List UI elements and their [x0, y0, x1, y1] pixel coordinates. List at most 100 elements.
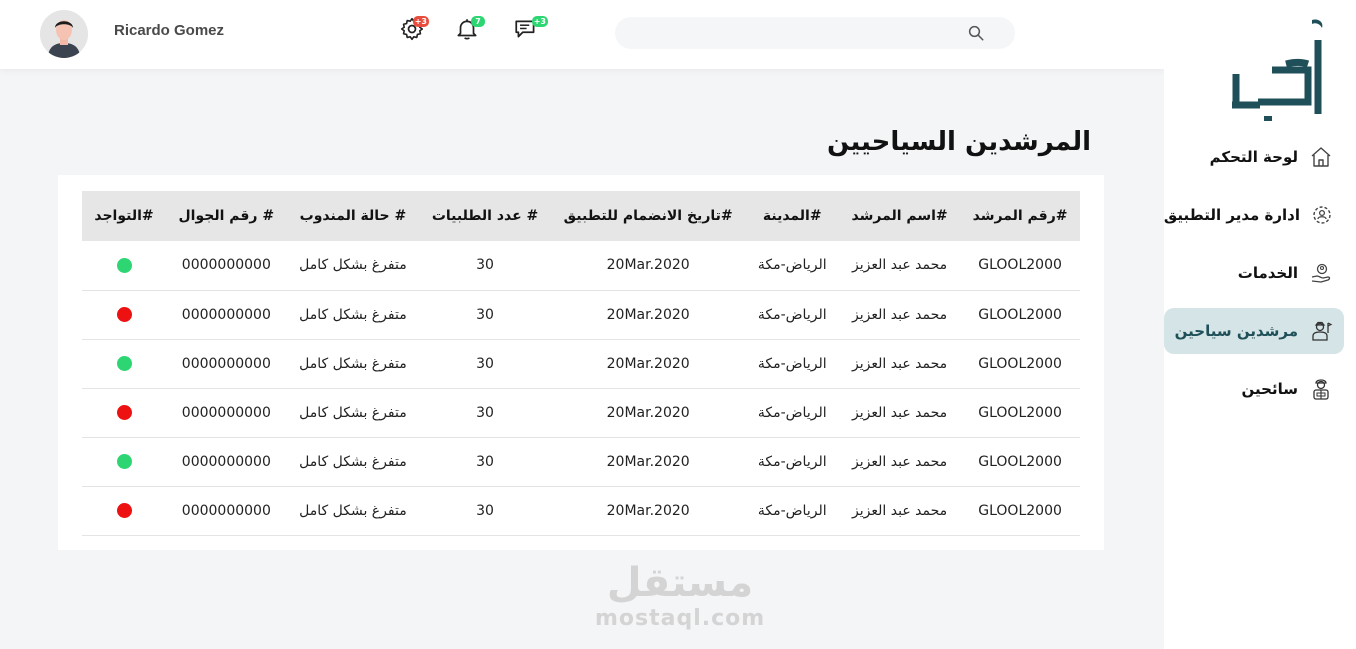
column-header-orders[interactable]: # عدد الطلبيات [419, 191, 551, 241]
presence-dot [116, 356, 132, 371]
home-icon [1308, 144, 1334, 170]
messages-button[interactable]: +3 [512, 14, 548, 44]
guide-name-cell: محمد عبد العزيز [852, 257, 948, 274]
phone-cell: 0000000000 [181, 502, 271, 519]
sidebar-item-label: سائحين [1241, 380, 1298, 398]
sidebar-item-label: الخدمات [1237, 264, 1298, 282]
table-row[interactable]: GLOOL2000 محمد عبد العزيز الرياض-مكة 20M… [82, 388, 1080, 437]
phone-cell: 0000000000 [181, 453, 271, 470]
guide-icon [1308, 318, 1334, 344]
guide-name-cell: محمد عبد العزيز [852, 502, 948, 519]
column-header-join-date[interactable]: #تاريخ الانضمام للتطبيق [551, 191, 746, 241]
guide-id-cell: GLOOL2000 [978, 404, 1062, 421]
join-date-cell: 20Mar.2020 [606, 306, 690, 323]
orders-cell: 30 [476, 502, 494, 519]
presence-cell [82, 290, 166, 339]
table-row[interactable]: GLOOL2000 محمد عبد العزيز الرياض-مكة 20M… [82, 290, 1080, 339]
phone-cell: 0000000000 [181, 355, 271, 372]
orders-cell: 30 [476, 257, 494, 274]
presence-cell [82, 486, 166, 535]
sidebar-item-label: مرشدين سياحين [1174, 322, 1298, 340]
phone-cell: 0000000000 [181, 257, 271, 274]
join-date-cell: 20Mar.2020 [606, 502, 690, 519]
search-input[interactable] [615, 17, 1015, 49]
tourist-icon [1308, 376, 1334, 402]
join-date-cell: 20Mar.2020 [606, 257, 690, 274]
sidebar: لوحة التحكم ادارة مدير التطبيق الخدمات م… [1164, 0, 1356, 649]
user-avatar-icon [40, 10, 88, 58]
guides-table-card: #رقم المرشد #اسم المرشد #المدينة #تاريخ … [58, 175, 1104, 550]
sidebar-item-services[interactable]: الخدمات [1164, 250, 1344, 296]
presence-cell [82, 241, 166, 290]
sidebar-item-app-admin[interactable]: ادارة مدير التطبيق [1164, 192, 1344, 238]
city-cell: الرياض-مكة [757, 355, 827, 372]
sidebar-item-dashboard[interactable]: لوحة التحكم [1164, 134, 1344, 180]
phone-cell: 0000000000 [181, 306, 271, 323]
messages-badge: +3 [531, 16, 548, 27]
presence-dot [116, 257, 132, 273]
city-cell: الرياض-مكة [757, 257, 827, 274]
page-title: المرشدين السياحيين [827, 127, 1091, 157]
table-row[interactable]: GLOOL2000 محمد عبد العزيز الرياض-مكة 20M… [82, 437, 1080, 486]
table-row[interactable]: GLOOL2000 محمد عبد العزيز الرياض-مكة 20M… [82, 241, 1080, 290]
top-bar: Ricardo Gomez +3 7 +3 [0, 0, 1164, 69]
phone-cell: 0000000000 [181, 404, 271, 421]
column-header-presence[interactable]: #التواجد [82, 191, 166, 241]
presence-dot [116, 454, 132, 469]
watermark-latin: mostaql.com [595, 606, 766, 631]
notifications-button[interactable]: 7 [453, 14, 485, 44]
city-cell: الرياض-مكة [757, 502, 827, 519]
status-cell: متفرغ بشكل كامل [299, 257, 407, 274]
guide-id-cell: GLOOL2000 [978, 502, 1062, 519]
app-logo[interactable] [1228, 18, 1326, 122]
status-cell: متفرغ بشكل كامل [299, 306, 407, 323]
presence-cell [82, 339, 166, 388]
guide-name-cell: محمد عبد العزيز [852, 355, 948, 372]
avatar[interactable] [40, 10, 88, 58]
logo-icon [1232, 19, 1323, 121]
presence-cell [82, 437, 166, 486]
settings-button[interactable]: +3 [397, 14, 429, 44]
orders-cell: 30 [476, 306, 494, 323]
sidebar-item-tour-guides[interactable]: مرشدين سياحين [1164, 308, 1344, 354]
presence-dot [116, 503, 132, 518]
watermark: مستقل mostaql.com [595, 560, 765, 632]
orders-cell: 30 [476, 355, 494, 372]
guide-name-cell: محمد عبد العزيز [852, 453, 948, 470]
sidebar-item-label: ادارة مدير التطبيق [1163, 206, 1300, 224]
guide-name-cell: محمد عبد العزيز [852, 306, 948, 323]
table-header-row: #رقم المرشد #اسم المرشد #المدينة #تاريخ … [82, 191, 1080, 241]
join-date-cell: 20Mar.2020 [606, 404, 690, 421]
column-header-guide-id[interactable]: #رقم المرشد [960, 191, 1080, 241]
guide-name-cell: محمد عبد العزيز [852, 404, 948, 421]
guide-id-cell: GLOOL2000 [978, 355, 1062, 372]
table-row[interactable]: GLOOL2000 محمد عبد العزيز الرياض-مكة 20M… [82, 339, 1080, 388]
column-header-status[interactable]: # حالة المندوب [287, 191, 420, 241]
hand-person-icon [1308, 260, 1334, 286]
search-box[interactable] [615, 17, 1015, 49]
city-cell: الرياض-مكة [757, 306, 827, 323]
orders-cell: 30 [476, 404, 494, 421]
column-header-guide-name[interactable]: #اسم المرشد [839, 191, 960, 241]
status-cell: متفرغ بشكل كامل [299, 404, 407, 421]
sidebar-item-tourists[interactable]: سائحين [1164, 366, 1344, 412]
city-cell: الرياض-مكة [757, 453, 827, 470]
settings-badge: +3 [412, 16, 429, 27]
orders-cell: 30 [476, 453, 494, 470]
notifications-badge: 7 [471, 16, 485, 27]
presence-dot [116, 405, 132, 420]
user-name[interactable]: Ricardo Gomez [114, 22, 224, 39]
column-header-city[interactable]: #المدينة [745, 191, 839, 241]
sidebar-nav: لوحة التحكم ادارة مدير التطبيق الخدمات م… [1164, 134, 1344, 424]
guide-id-cell: GLOOL2000 [978, 453, 1062, 470]
sidebar-item-label: لوحة التحكم [1209, 148, 1298, 166]
presence-dot [116, 307, 132, 322]
presence-cell [82, 388, 166, 437]
join-date-cell: 20Mar.2020 [606, 355, 690, 372]
status-cell: متفرغ بشكل كامل [299, 502, 407, 519]
search-icon[interactable] [967, 24, 985, 42]
guide-id-cell: GLOOL2000 [978, 306, 1062, 323]
status-cell: متفرغ بشكل كامل [299, 355, 407, 372]
table-row[interactable]: GLOOL2000 محمد عبد العزيز الرياض-مكة 20M… [82, 486, 1080, 535]
column-header-phone[interactable]: # رقم الجوال [166, 191, 287, 241]
